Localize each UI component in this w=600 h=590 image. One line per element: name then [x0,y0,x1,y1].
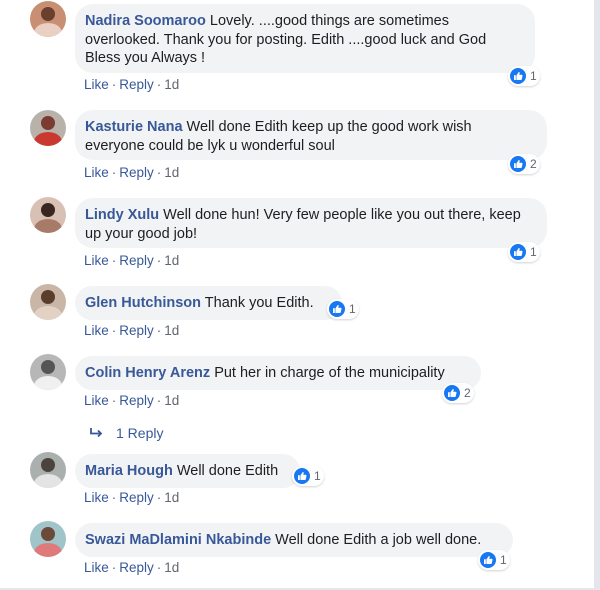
reaction-count: 2 [464,386,471,400]
reaction-count: 1 [349,302,356,316]
comment-actions: Like · Reply · 1d [84,393,180,408]
comment-text: Well done Edith a job well done. [275,532,482,548]
comment-actions: Like · Reply · 1d [84,165,180,180]
reply-link[interactable]: Reply [119,77,154,92]
thumbs-up-icon [510,156,526,172]
comment-text: Put her in charge of the municipality [214,365,445,381]
avatar[interactable] [30,521,66,557]
like-link[interactable]: Like [84,393,109,408]
like-link[interactable]: Like [84,165,109,180]
reply-link[interactable]: Reply [119,323,154,338]
reaction-count: 1 [314,469,321,483]
replies-label: 1 Reply [116,425,164,441]
avatar[interactable] [30,284,66,320]
reaction-summary[interactable]: 2 [442,383,474,403]
like-link[interactable]: Like [84,77,109,92]
comment-time[interactable]: 1d [164,165,179,180]
comment-actions: Like · Reply · 1d [84,490,180,505]
like-link[interactable]: Like [84,490,109,505]
thumbs-up-icon [510,68,526,84]
comment-time[interactable]: 1d [164,77,179,92]
comment-bubble: Swazi MaDlamini Nkabinde Well done Edith… [75,523,513,557]
reaction-count: 1 [500,553,507,567]
comment-actions: Like · Reply · 1d [84,323,180,338]
comment-actions: Like · Reply · 1d [84,560,180,575]
reply-link[interactable]: Reply [119,165,154,180]
comment-bubble: Maria Hough Well done Edith [75,454,300,488]
avatar[interactable] [30,452,66,488]
comment-time[interactable]: 1d [164,560,179,575]
reply-link[interactable]: Reply [119,490,154,505]
comment-bubble: Colin Henry Arenz Put her in charge of t… [75,356,481,390]
reaction-count: 2 [530,157,537,171]
view-replies-link[interactable]: 1 Reply [90,425,163,441]
reaction-count: 1 [530,245,537,259]
comment-author[interactable]: Kasturie Nana [85,119,183,135]
thumbs-up-icon [294,468,310,484]
comment-author[interactable]: Colin Henry Arenz [85,365,210,381]
avatar[interactable] [30,354,66,390]
like-link[interactable]: Like [84,560,109,575]
comment-author[interactable]: Nadira Soomaroo [85,13,206,29]
scrollbar-track [594,0,600,590]
thumbs-up-icon [444,385,460,401]
comment-text: Well done Edith [176,463,279,479]
comment-author[interactable]: Maria Hough [85,463,173,479]
reply-link[interactable]: Reply [119,560,154,575]
reaction-summary[interactable]: 2 [508,154,540,174]
reaction-summary[interactable]: 1 [508,66,540,86]
reply-arrow-icon [90,428,103,438]
reaction-summary[interactable]: 1 [292,466,324,486]
reaction-summary[interactable]: 1 [478,550,510,570]
comment-time[interactable]: 1d [164,490,179,505]
comment-time[interactable]: 1d [164,393,179,408]
thumbs-up-icon [329,301,345,317]
reaction-summary[interactable]: 1 [508,242,540,262]
reply-link[interactable]: Reply [119,393,154,408]
comment-bubble: Nadira Soomaroo Lovely. ....good things … [75,4,535,73]
comment-bubble: Glen Hutchinson Thank you Edith. [75,286,342,320]
comment-time[interactable]: 1d [164,323,179,338]
comment-time[interactable]: 1d [164,253,179,268]
thumbs-up-icon [480,552,496,568]
comment-text: Thank you Edith. [204,295,314,311]
comment-bubble: Lindy Xulu Well done hun! Very few peopl… [75,198,547,248]
comment-author[interactable]: Glen Hutchinson [85,295,201,311]
comment-author[interactable]: Swazi MaDlamini Nkabinde [85,532,271,548]
comment-actions: Like · Reply · 1d [84,77,180,92]
avatar[interactable] [30,110,66,146]
avatar[interactable] [30,197,66,233]
comment-author[interactable]: Lindy Xulu [85,207,159,223]
reaction-summary[interactable]: 1 [327,299,359,319]
reaction-count: 1 [530,69,537,83]
like-link[interactable]: Like [84,323,109,338]
comment-bubble: Kasturie Nana Well done Edith keep up th… [75,110,547,160]
like-link[interactable]: Like [84,253,109,268]
reply-link[interactable]: Reply [119,253,154,268]
thumbs-up-icon [510,244,526,260]
comment-actions: Like · Reply · 1d [84,253,180,268]
avatar[interactable] [30,1,66,37]
